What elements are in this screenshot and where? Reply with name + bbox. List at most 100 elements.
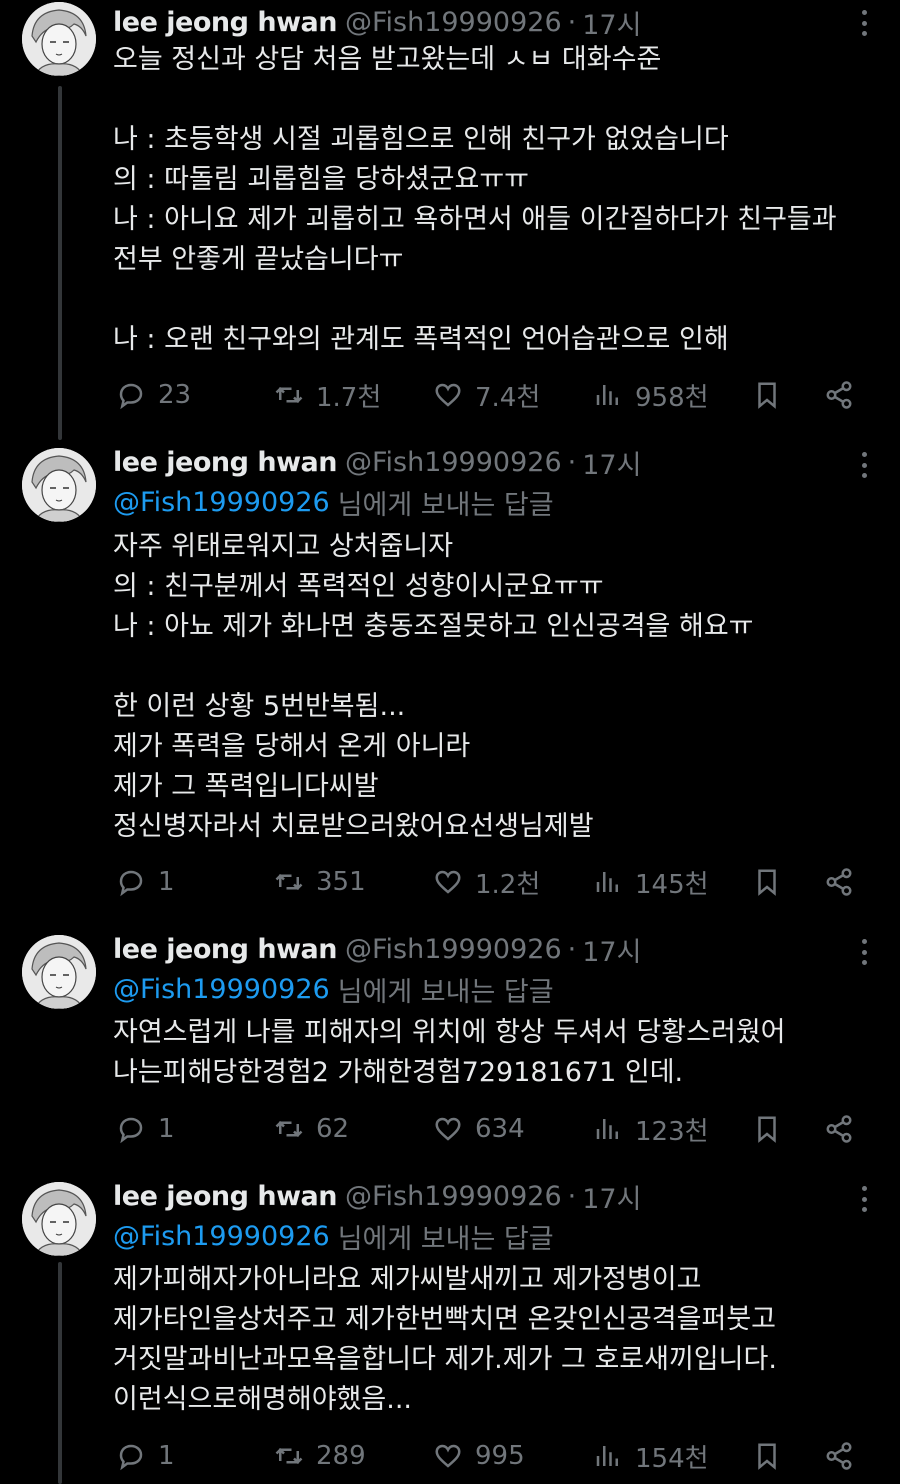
- retweet-button[interactable]: 351: [274, 862, 366, 902]
- tweet-text-line: 자연스럽게 나를 피해자의 위치에 항상 두셔서 당황스러웠어: [113, 1017, 786, 1048]
- reply-context: @Fish19990926 님에게 보내는 답글: [113, 1216, 554, 1256]
- views-button[interactable]: 958천: [593, 375, 709, 415]
- share-button[interactable]: [824, 1436, 854, 1476]
- tweet[interactable]: lee jeong hwan @Fish19990926 · 17시 @Fish…: [0, 1176, 900, 1484]
- more-icon[interactable]: [852, 450, 876, 480]
- tweet-text-line: 오늘 정신과 상담 처음 받고왔는데 ㅅㅂ 대화수준: [113, 44, 662, 75]
- reply-count: 1: [158, 1114, 175, 1144]
- action-bar: 1 62 634 123천: [0, 1109, 900, 1149]
- author-handle[interactable]: @Fish19990926: [345, 7, 562, 38]
- bookmark-button[interactable]: [752, 375, 782, 415]
- more-icon[interactable]: [852, 937, 876, 967]
- views-button[interactable]: 145천: [593, 862, 709, 902]
- views-count: 123천: [635, 1116, 709, 1147]
- reply-to-label: 님에게 보내는 답글: [337, 976, 554, 1008]
- tweet-text-line: 제가 그 폭력입니다씨발: [113, 771, 379, 802]
- reply-to-handle[interactable]: @Fish19990926: [113, 487, 330, 518]
- reply-context: @Fish19990926 님에게 보내는 답글: [113, 482, 554, 522]
- reply-to-handle[interactable]: @Fish19990926: [113, 1221, 330, 1252]
- share-icon: [826, 868, 852, 896]
- tweet[interactable]: lee jeong hwan @Fish19990926 · 17시 오늘 정신…: [0, 0, 900, 440]
- bookmark-button[interactable]: [752, 1436, 782, 1476]
- author-handle[interactable]: @Fish19990926: [345, 934, 562, 965]
- timestamp[interactable]: 17시: [582, 443, 641, 482]
- author-name[interactable]: lee jeong hwan: [113, 1181, 337, 1212]
- separator-dot: ·: [567, 1180, 577, 1212]
- tweet-text-line: 거짓말과비난과모욕을합니다 제가.제가 그 호로새끼입니다.: [113, 1344, 777, 1375]
- retweet-count: 62: [316, 1114, 350, 1144]
- like-count: 995: [475, 1441, 525, 1471]
- avatar[interactable]: [22, 448, 96, 522]
- tweet[interactable]: lee jeong hwan @Fish19990926 · 17시 @Fish…: [0, 442, 900, 926]
- views-count: 958천: [635, 382, 709, 413]
- retweet-icon: [275, 1447, 303, 1465]
- views-icon: [596, 872, 618, 892]
- reply-icon: [119, 383, 143, 410]
- reply-count: 1: [158, 1441, 175, 1471]
- author-handle[interactable]: @Fish19990926: [345, 447, 562, 478]
- tweet-text-line: 자주 위태로워지고 상처줍니자: [113, 531, 454, 562]
- share-icon: [826, 1442, 852, 1470]
- views-icon: [596, 1119, 618, 1139]
- avatar[interactable]: [22, 1182, 96, 1256]
- views-button[interactable]: 123천: [593, 1109, 709, 1149]
- views-icon: [596, 1446, 618, 1466]
- views-count: 145천: [635, 869, 709, 900]
- retweet-count: 351: [316, 867, 366, 897]
- tweet-text-line: 제가타인을상처주고 제가한번빡치면 온갖인신공격을퍼붓고: [113, 1304, 777, 1335]
- reply-icon: [119, 870, 143, 897]
- more-icon[interactable]: [852, 8, 876, 38]
- action-bar: 1 289 995 154천: [0, 1436, 900, 1476]
- like-button[interactable]: 634: [433, 1109, 525, 1149]
- views-button[interactable]: 154천: [593, 1436, 709, 1476]
- bookmark-icon: [758, 1443, 776, 1470]
- retweet-button[interactable]: 62: [274, 1109, 349, 1149]
- tweet-text-line: 제가피해자가아니라요 제가씨발새끼고 제가정병이고: [113, 1264, 702, 1295]
- tweet-header: lee jeong hwan @Fish19990926 · 17시: [113, 1176, 641, 1216]
- avatar[interactable]: [22, 935, 96, 1009]
- like-button[interactable]: 1.2천: [433, 862, 540, 902]
- reply-context: @Fish19990926 님에게 보내는 답글: [113, 969, 554, 1009]
- author-name[interactable]: lee jeong hwan: [113, 934, 337, 965]
- reply-button[interactable]: 1: [116, 1436, 175, 1476]
- author-name[interactable]: lee jeong hwan: [113, 447, 337, 478]
- heart-icon: [435, 383, 461, 407]
- like-button[interactable]: 995: [433, 1436, 525, 1476]
- timestamp[interactable]: 17시: [582, 930, 641, 969]
- retweet-button[interactable]: 1.7천: [274, 375, 381, 415]
- share-button[interactable]: [824, 375, 854, 415]
- bookmark-button[interactable]: [752, 1109, 782, 1149]
- views-count: 154천: [635, 1443, 709, 1474]
- reply-button[interactable]: 23: [116, 375, 191, 415]
- reply-to-handle[interactable]: @Fish19990926: [113, 974, 330, 1005]
- tweet-header: lee jeong hwan @Fish19990926 · 17시: [113, 2, 641, 42]
- bookmark-button[interactable]: [752, 862, 782, 902]
- separator-dot: ·: [567, 446, 577, 478]
- tweet[interactable]: lee jeong hwan @Fish19990926 · 17시 @Fish…: [0, 929, 900, 1175]
- share-button[interactable]: [824, 862, 854, 902]
- author-name[interactable]: lee jeong hwan: [113, 7, 337, 38]
- reply-to-label: 님에게 보내는 답글: [337, 1223, 554, 1255]
- separator-dot: ·: [567, 6, 577, 38]
- separator-dot: ·: [567, 933, 577, 965]
- bookmark-icon: [758, 869, 776, 896]
- author-handle[interactable]: @Fish19990926: [345, 1181, 562, 1212]
- reply-button[interactable]: 1: [116, 862, 175, 902]
- timestamp[interactable]: 17시: [582, 3, 641, 42]
- tweet-text-line: 나 : 초등학생 시절 괴롭힘으로 인해 친구가 없었습니다: [113, 124, 729, 155]
- more-icon[interactable]: [852, 1184, 876, 1214]
- tweet-header: lee jeong hwan @Fish19990926 · 17시: [113, 929, 641, 969]
- timestamp[interactable]: 17시: [582, 1177, 641, 1216]
- reply-button[interactable]: 1: [116, 1109, 175, 1149]
- like-button[interactable]: 7.4천: [433, 375, 540, 415]
- like-count: 7.4천: [475, 382, 541, 413]
- avatar[interactable]: [22, 2, 96, 76]
- bookmark-icon: [758, 382, 776, 409]
- retweet-icon: [275, 873, 303, 891]
- share-button[interactable]: [824, 1109, 854, 1149]
- reply-icon: [119, 1117, 143, 1144]
- retweet-button[interactable]: 289: [274, 1436, 366, 1476]
- action-bar: 1 351 1.2천 145천: [0, 862, 900, 902]
- retweet-count: 289: [316, 1441, 366, 1471]
- tweet-text-line: 나 : 오랜 친구와의 관계도 폭력적인 언어습관으로 인해: [113, 324, 729, 355]
